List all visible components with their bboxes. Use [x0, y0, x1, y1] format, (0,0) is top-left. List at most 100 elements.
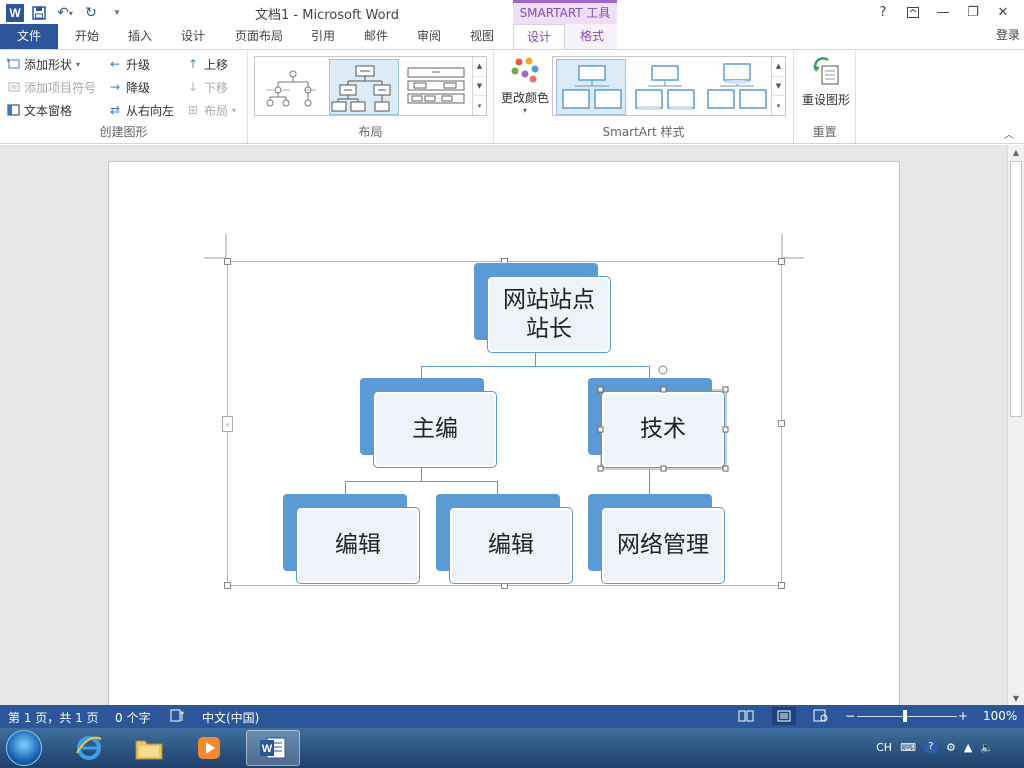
- shape-selection-handles[interactable]: [594, 362, 734, 476]
- language-indicator[interactable]: 中文(中国): [202, 709, 259, 726]
- scroll-up-icon[interactable]: ▲: [772, 57, 785, 77]
- input-settings-icon[interactable]: ⚙: [946, 741, 956, 754]
- tab-review[interactable]: 审阅: [406, 24, 452, 49]
- demote-button[interactable]: → 降级: [108, 77, 150, 97]
- tab-view[interactable]: 视图: [459, 24, 505, 49]
- resize-handle[interactable]: [224, 258, 231, 265]
- palette-icon: [511, 57, 539, 83]
- move-up-label: 上移: [204, 57, 229, 72]
- scroll-up-icon[interactable]: ▲: [1008, 145, 1024, 159]
- help-circle-icon[interactable]: ?: [923, 740, 938, 754]
- word-count[interactable]: 0 个字: [115, 709, 150, 726]
- layouts-gallery-scroll[interactable]: ▲ ▼ ▾: [472, 57, 486, 115]
- swap-arrows-icon: ⇄: [109, 103, 121, 117]
- layout-option-hierarchy-circles[interactable]: [259, 61, 325, 113]
- tab-home[interactable]: 开始: [64, 24, 110, 49]
- show-hidden-icons[interactable]: ▲: [964, 741, 972, 754]
- ribbon-display-options-icon[interactable]: [898, 2, 928, 22]
- chevron-down-icon: ▾: [522, 106, 527, 115]
- smartart-tools-header: SMARTART 工具: [513, 0, 617, 24]
- org-chart-icon: ⊞: [187, 103, 199, 117]
- keyboard-icon[interactable]: ⌨: [900, 741, 916, 754]
- styles-gallery-scroll[interactable]: ▲ ▼ ▾: [771, 57, 785, 115]
- vertical-scrollbar[interactable]: ▲ ▼: [1007, 145, 1024, 705]
- layouts-gallery: ▲ ▼ ▾: [254, 56, 487, 116]
- node-text: 站长: [526, 315, 572, 342]
- zoom-slider-thumb[interactable]: [903, 710, 907, 722]
- arrow-right-icon: →: [109, 80, 121, 94]
- tab-page-layout[interactable]: 页面布局: [226, 24, 292, 49]
- reset-graphic-button[interactable]: 重设图形: [798, 56, 854, 108]
- tab-file[interactable]: 文件: [0, 24, 58, 49]
- proofing-icon[interactable]: [170, 709, 186, 725]
- media-player-icon[interactable]: [182, 730, 236, 766]
- word-window: W ↶ ▾ ↻ ▾ 文档1 - Microsoft Word SMARTART 工…: [0, 0, 1024, 768]
- layout-button[interactable]: ⊞ 布局 ▾: [186, 100, 236, 120]
- sign-in-link[interactable]: 登录: [996, 26, 1020, 43]
- zoom-slider[interactable]: [857, 716, 957, 717]
- resize-handle[interactable]: [778, 582, 785, 589]
- style-option-1[interactable]: [556, 59, 626, 115]
- ime-indicator[interactable]: CH: [876, 741, 892, 754]
- help-button[interactable]: ?: [868, 2, 898, 22]
- resize-handle[interactable]: [224, 582, 231, 589]
- node-text: 编辑: [335, 532, 381, 558]
- minimize-button[interactable]: —: [928, 2, 958, 22]
- read-mode-icon[interactable]: [738, 709, 754, 725]
- create-graphic-group: 添加形状 ▾ 添加项目符号 文本窗格 ← 升级 → 降级 ⇄ 从右向左 ↑ 上移…: [0, 50, 248, 143]
- add-shape-button[interactable]: 添加形状 ▾: [6, 54, 80, 74]
- tab-mailings[interactable]: 邮件: [353, 24, 399, 49]
- layout-option-org-chart[interactable]: [329, 59, 399, 115]
- page-count[interactable]: 第 1 页，共 1 页: [8, 709, 99, 726]
- text-pane-button[interactable]: 文本窗格: [6, 100, 72, 120]
- change-colors-button[interactable]: 更改颜色 ▾: [500, 56, 550, 115]
- print-layout-icon[interactable]: [772, 707, 796, 725]
- chevron-down-icon: ▾: [232, 105, 237, 115]
- text-pane-toggle-icon[interactable]: ‹: [222, 416, 233, 432]
- word-taskbar-icon[interactable]: W: [246, 730, 300, 766]
- tab-smartart-design[interactable]: 设计: [513, 24, 565, 50]
- volume-icon[interactable]: 🔈: [980, 741, 994, 754]
- zoom-out-button[interactable]: −: [845, 709, 855, 723]
- scroll-down-icon[interactable]: ▼: [1008, 691, 1024, 705]
- gallery-more-icon[interactable]: ▾: [772, 96, 785, 115]
- tab-smartart-format[interactable]: 格式: [567, 24, 617, 49]
- tab-design[interactable]: 设计: [170, 24, 216, 49]
- system-tray: CH ⌨ ? ⚙ ▲ 🔈: [876, 740, 994, 754]
- gallery-more-icon[interactable]: ▾: [473, 96, 486, 115]
- ribbon-tabs: 文件 开始 插入 设计 页面布局 引用 邮件 审阅 视图 设计 格式 登录: [0, 24, 1024, 50]
- resize-handle[interactable]: [778, 258, 785, 265]
- move-down-button[interactable]: ↓ 下移: [186, 77, 228, 97]
- tab-insert[interactable]: 插入: [117, 24, 163, 49]
- scrollbar-thumb[interactable]: [1010, 161, 1022, 417]
- ribbon: 添加形状 ▾ 添加项目符号 文本窗格 ← 升级 → 降级 ⇄ 从右向左 ↑ 上移…: [0, 49, 1024, 144]
- add-bullet-button[interactable]: 添加项目符号: [6, 77, 96, 97]
- arrow-up-icon: ↑: [187, 57, 199, 71]
- scroll-up-icon[interactable]: ▲: [473, 57, 486, 77]
- layout-option-horizontal-hierarchy[interactable]: [403, 61, 469, 113]
- close-button[interactable]: ✕: [988, 2, 1018, 22]
- resize-handle[interactable]: [778, 420, 785, 427]
- restore-button[interactable]: ❐: [958, 2, 988, 22]
- collapse-ribbon-icon[interactable]: ︿: [1004, 126, 1014, 141]
- style-option-2[interactable]: [629, 59, 699, 115]
- scroll-down-icon[interactable]: ▼: [772, 77, 785, 97]
- text-pane-label: 文本窗格: [24, 103, 73, 118]
- move-down-label: 下移: [204, 80, 229, 95]
- move-up-button[interactable]: ↑ 上移: [186, 54, 228, 74]
- demote-label: 降级: [126, 80, 151, 95]
- layout-label: 布局: [204, 103, 229, 118]
- promote-button[interactable]: ← 升级: [108, 54, 150, 74]
- start-button-icon[interactable]: [6, 730, 42, 766]
- reset-group: 重设图形 重置: [794, 50, 856, 143]
- scroll-down-icon[interactable]: ▼: [473, 77, 486, 97]
- zoom-in-button[interactable]: +: [958, 709, 968, 723]
- add-bullet-icon: [6, 80, 20, 94]
- style-option-3[interactable]: [701, 59, 771, 115]
- file-explorer-icon[interactable]: [122, 730, 176, 766]
- tab-references[interactable]: 引用: [300, 24, 346, 49]
- right-to-left-button[interactable]: ⇄ 从右向左: [108, 100, 174, 120]
- internet-explorer-icon[interactable]: [62, 730, 116, 766]
- web-layout-icon[interactable]: [813, 709, 829, 725]
- zoom-level[interactable]: 100%: [983, 709, 1017, 723]
